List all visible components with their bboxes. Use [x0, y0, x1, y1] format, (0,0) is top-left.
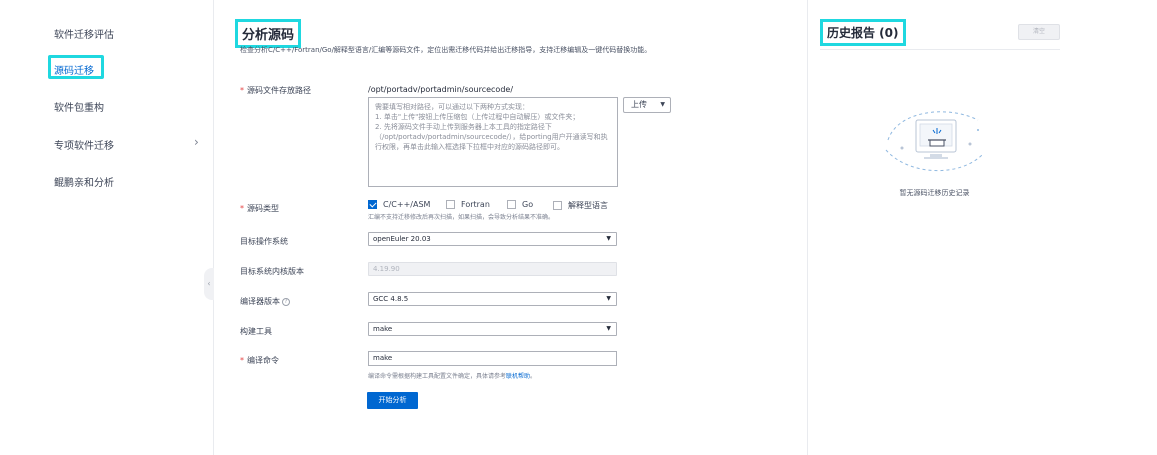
source-path-label: * 源码文件存放路径 [240, 85, 311, 96]
source-type-note: 汇编不支持迁移修改后再次扫描，如果扫描，会导致分析结果不准确。 [368, 214, 555, 221]
page-title: 分析源码 [235, 19, 302, 48]
empty-state-text: 暂无源码迁移历史记录 [899, 189, 970, 197]
chevron-down-icon: ▼ [606, 295, 611, 302]
compiler-version-select[interactable]: GCC 4.8.5 ▼ [368, 292, 617, 306]
checkbox-unchecked-icon [553, 201, 562, 210]
compiler-version-value: GCC 4.8.5 [373, 295, 409, 303]
target-os-value: openEuler 20.03 [373, 235, 431, 243]
compiler-version-label: 编译器版本? [240, 296, 290, 307]
required-mark: * [240, 356, 244, 365]
checkbox-unchecked-icon [446, 200, 455, 209]
hint-suffix: 。 [530, 373, 537, 380]
empty-state-icon [885, 111, 983, 172]
build-tool-select[interactable]: make ▼ [368, 322, 617, 336]
source-type-label: * 源码类型 [240, 203, 279, 214]
required-mark: * [240, 204, 244, 213]
start-analysis-button[interactable]: 开始分析 [367, 392, 418, 409]
compiler-version-label-text: 编译器版本 [240, 297, 280, 306]
source-analysis-panel: 分析源码 检查分析C/C++/Fortran/Go/解释型语言/汇编等源码文件，… [215, 0, 806, 455]
nav-item-migration-assessment[interactable]: 软件迁移评估 [54, 26, 114, 41]
source-path-placeholder: 需要填写相对路径，可以通过以下两种方式实现： 1. 单击"上传"按钮上传压缩包（… [375, 103, 608, 151]
sidebar: 软件迁移评估 源码迁移 软件包重构 专项软件迁移 › 鲲鹏亲和分析 ‹ [0, 0, 214, 455]
required-mark: * [240, 86, 244, 95]
page-margin [1060, 0, 1157, 455]
nav-item-package-rebuild[interactable]: 软件包重构 [54, 99, 104, 114]
sidebar-collapse-toggle[interactable]: ‹ [204, 268, 214, 300]
checkbox-label: Go [522, 200, 534, 209]
upload-button-label: 上传 [631, 100, 647, 109]
source-type-label-text: 源码类型 [247, 204, 279, 213]
page-description: 检查分析C/C++/Fortran/Go/解释型语言/汇编等源码文件，定位出需迁… [240, 46, 652, 54]
checkbox-label: C/C++/ASM [383, 200, 431, 209]
chevron-right-icon[interactable]: › [194, 135, 199, 149]
divider [820, 49, 1060, 50]
source-path-label-text: 源码文件存放路径 [247, 86, 311, 95]
target-os-label: 目标操作系统 [240, 237, 288, 246]
compile-command-label-text: 编译命令 [247, 356, 279, 365]
checkbox-checked-icon [368, 200, 377, 209]
checkbox-label: 解释型语言 [568, 201, 608, 210]
source-path-input[interactable]: 需要填写相对路径，可以通过以下两种方式实现： 1. 单击"上传"按钮上传压缩包（… [368, 97, 618, 187]
online-help-link[interactable]: 联机帮助 [506, 373, 530, 380]
help-icon[interactable]: ? [282, 297, 290, 306]
upload-button[interactable]: 上传 ▼ [623, 97, 671, 113]
chevron-down-icon: ▼ [660, 101, 665, 108]
checkbox-unchecked-icon [507, 200, 516, 209]
kernel-version-value: 4.19.90 [373, 265, 400, 273]
chevron-down-icon: ▼ [606, 235, 611, 242]
checkbox-interpreted-language[interactable]: 解释型语言 [553, 200, 608, 211]
kernel-version-field: 4.19.90 [368, 262, 617, 276]
clear-history-button[interactable]: 清空 [1018, 24, 1060, 40]
checkbox-fortran[interactable]: Fortran [446, 200, 490, 209]
compile-command-input[interactable]: make [368, 351, 617, 366]
target-os-select[interactable]: openEuler 20.03 ▼ [368, 232, 617, 246]
nav-item-special-software-migration[interactable]: 专项软件迁移 [54, 137, 114, 152]
build-tool-value: make [373, 325, 393, 333]
build-tool-label: 构建工具 [240, 327, 272, 336]
nav-item-affinity-analysis[interactable]: 鲲鹏亲和分析 [54, 174, 114, 189]
hint-text: 编译命令需根据构建工具配置文件确定，具体请参考 [368, 373, 507, 380]
source-path-prefix: /opt/portadv/portadmin/sourcecode/ [368, 85, 514, 94]
history-panel: 历史报告 (0) 清空 暂无源码迁移历史记录 [807, 0, 1060, 455]
nav-item-source-migration[interactable]: 源码迁移 [54, 62, 94, 77]
checkbox-label: Fortran [461, 200, 490, 209]
checkbox-c-cpp-asm[interactable]: C/C++/ASM [368, 200, 430, 209]
history-title: 历史报告 (0) [820, 19, 906, 46]
checkbox-go[interactable]: Go [507, 200, 533, 209]
compile-command-hint: 编译命令需根据构建工具配置文件确定，具体请参考联机帮助。 [368, 371, 536, 380]
compile-command-label: * 编译命令 [240, 355, 279, 366]
chevron-down-icon: ▼ [606, 325, 611, 332]
kernel-version-label: 目标系统内核版本 [240, 267, 304, 276]
